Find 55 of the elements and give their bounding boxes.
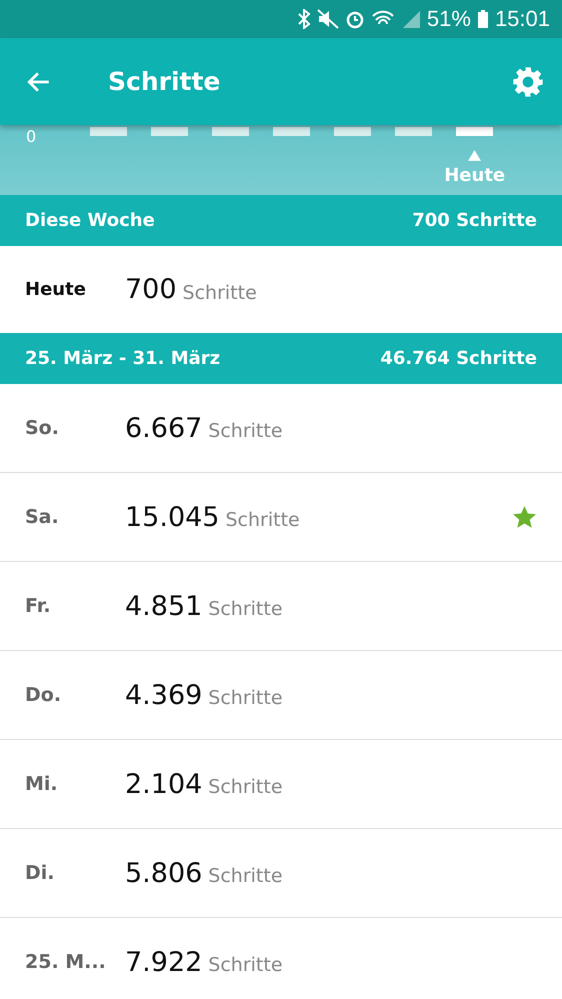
step-unit: Schritte bbox=[208, 865, 284, 887]
day-row[interactable]: Mi. 2.104 Schritte bbox=[0, 740, 562, 829]
bluetooth-icon bbox=[296, 9, 311, 29]
settings-icon bbox=[512, 66, 544, 98]
section-title: 25. März - 31. März bbox=[25, 348, 220, 369]
clock: 15:01 bbox=[494, 6, 550, 32]
step-count: 15.045 bbox=[125, 502, 220, 532]
chart-bar[interactable] bbox=[456, 127, 494, 136]
chart-bar[interactable] bbox=[273, 127, 310, 136]
bar-label: Heute bbox=[444, 165, 506, 186]
step-unit: Schritte bbox=[208, 954, 284, 976]
step-unit: Schritte bbox=[208, 776, 284, 798]
chart-bar[interactable] bbox=[212, 127, 250, 136]
step-count: 2.104 bbox=[125, 768, 202, 800]
chart-bar[interactable] bbox=[334, 127, 372, 136]
battery-icon bbox=[476, 9, 489, 29]
day-row[interactable]: Fr. 4.851 Schritte bbox=[0, 562, 562, 651]
day-label: Mi. bbox=[25, 773, 59, 795]
day-label: Do. bbox=[25, 684, 62, 706]
step-unit: Schritte bbox=[208, 598, 284, 620]
chart-bar[interactable] bbox=[151, 127, 188, 136]
section-title: Diese Woche bbox=[25, 210, 155, 231]
step-count: 4.369 bbox=[125, 680, 202, 710]
day-label: Di. bbox=[25, 862, 56, 884]
step-unit: Schritte bbox=[225, 509, 301, 531]
day-label: Sa. bbox=[25, 506, 60, 528]
step-count: 4.851 bbox=[125, 590, 202, 622]
mute-icon bbox=[316, 9, 339, 29]
step-unit: Schritte bbox=[208, 420, 284, 442]
step-unit: Schritte bbox=[208, 687, 284, 709]
day-label: 25. M... bbox=[25, 951, 107, 973]
section-total: 46.764 Schritte bbox=[380, 348, 537, 369]
day-row[interactable]: Heute 700 Schritte bbox=[0, 246, 562, 333]
axis-label: 0 bbox=[26, 127, 36, 147]
step-count: 6.667 bbox=[125, 412, 202, 444]
signal-icon bbox=[400, 9, 421, 29]
screen-title: Schritte bbox=[108, 67, 222, 96]
day-label: Heute bbox=[25, 279, 87, 300]
step-count: 700 bbox=[125, 274, 177, 305]
step-count: 7.922 bbox=[125, 946, 202, 978]
chart-bar[interactable] bbox=[90, 127, 128, 136]
day-row[interactable]: Sa. 15.045 Schritte bbox=[0, 473, 562, 562]
day-row[interactable]: Di. 5.806 Schritte bbox=[0, 829, 562, 918]
day-row[interactable]: Do. 4.369 Schritte bbox=[0, 651, 562, 740]
step-unit: Schritte bbox=[182, 282, 258, 304]
triangle-icon bbox=[468, 150, 482, 161]
step-count: 5.806 bbox=[125, 858, 202, 888]
section-total: 700 Schritte bbox=[412, 210, 537, 231]
alarm-icon bbox=[344, 9, 365, 29]
battery-level: 51% bbox=[426, 6, 471, 32]
day-label: Fr. bbox=[25, 595, 52, 617]
day-label: So. bbox=[25, 417, 60, 439]
chart-bar[interactable] bbox=[395, 127, 432, 136]
day-row[interactable]: So. 6.667 Schritte bbox=[0, 384, 562, 473]
day-row[interactable]: 25. M... 7.922 Schritte bbox=[0, 918, 562, 999]
